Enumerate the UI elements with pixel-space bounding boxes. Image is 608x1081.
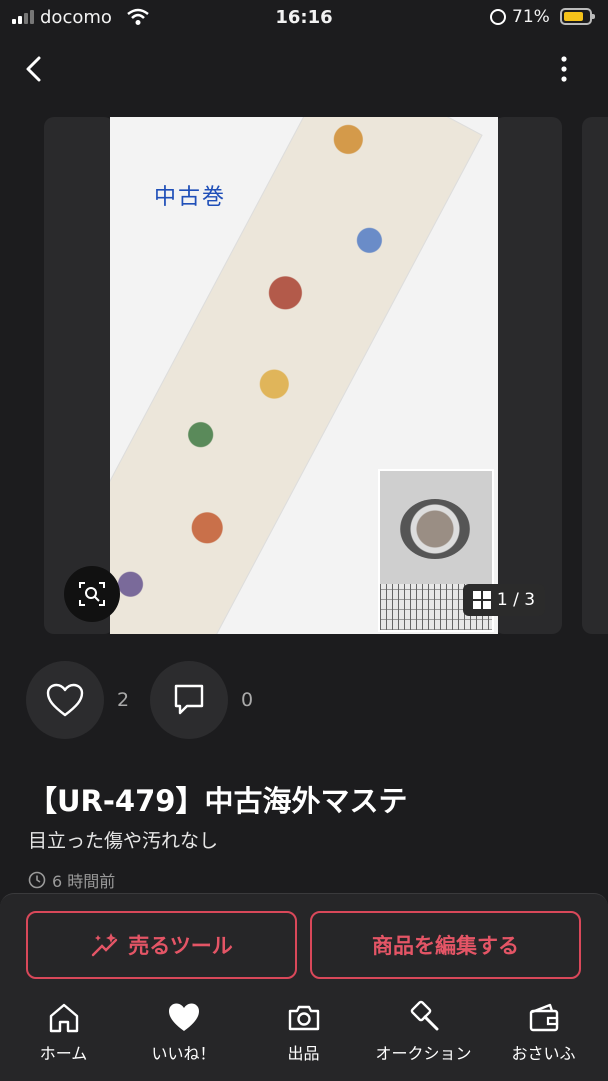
tab-sell[interactable]: 出品 bbox=[243, 1000, 364, 1064]
sell-tool-button[interactable]: 売るツール bbox=[26, 911, 297, 979]
carousel-card-background bbox=[494, 117, 562, 634]
sparkle-chart-icon bbox=[92, 933, 118, 957]
comment-count: 0 bbox=[241, 689, 254, 711]
tab-label: オークション bbox=[375, 1044, 472, 1063]
more-options-icon[interactable] bbox=[556, 54, 572, 84]
back-button[interactable] bbox=[20, 54, 50, 84]
battery-icon bbox=[560, 8, 595, 25]
posted-time: 6 時間前 bbox=[28, 868, 115, 892]
image-counter[interactable]: 1 / 3 bbox=[463, 584, 545, 616]
battery-percent: 71% bbox=[512, 7, 550, 27]
comment-button[interactable] bbox=[150, 661, 228, 739]
auction-icon bbox=[410, 1000, 438, 1031]
tab-label: 出品 bbox=[287, 1044, 320, 1063]
like-count: 2 bbox=[117, 689, 130, 711]
grid-icon bbox=[472, 591, 491, 609]
rotation-lock-icon bbox=[490, 9, 506, 25]
tab-label: いいね！ bbox=[151, 1044, 216, 1063]
product-image[interactable]: 中古巻 bbox=[110, 117, 498, 634]
handwritten-note: 中古巻 bbox=[154, 185, 227, 210]
zoom-button[interactable] bbox=[64, 566, 120, 622]
edit-item-label: 商品を編集する bbox=[372, 934, 519, 958]
like-button[interactable] bbox=[26, 661, 104, 739]
image-counter-text: 1 / 3 bbox=[496, 590, 536, 610]
tab-label: ホーム bbox=[39, 1044, 88, 1063]
clock-icon bbox=[28, 871, 46, 889]
comment-icon bbox=[174, 684, 204, 715]
heart-icon bbox=[168, 1003, 199, 1031]
tab-home[interactable]: ホーム bbox=[3, 1000, 124, 1064]
edit-item-button[interactable]: 商品を編集する bbox=[310, 911, 581, 979]
tab-wallet[interactable]: おさいふ bbox=[483, 1000, 604, 1064]
posted-time-text: 6 時間前 bbox=[52, 872, 116, 891]
zoom-search-icon bbox=[79, 582, 105, 606]
tab-auction[interactable]: オークション bbox=[363, 1000, 484, 1064]
next-image-card[interactable] bbox=[582, 117, 608, 634]
heart-outline-icon bbox=[46, 683, 84, 717]
tab-label: おさいふ bbox=[511, 1044, 576, 1063]
status-bar: docomo 16:16 71% bbox=[0, 0, 608, 36]
camera-icon bbox=[288, 1005, 319, 1031]
sell-tool-label: 売るツール bbox=[128, 934, 233, 958]
wallet-icon bbox=[529, 1003, 558, 1032]
tab-likes[interactable]: いいね！ bbox=[123, 1000, 244, 1064]
home-icon bbox=[49, 1003, 78, 1033]
carousel-card-background bbox=[44, 117, 114, 634]
item-title: 【UR-479】中古海外マステ bbox=[28, 784, 408, 818]
item-condition: 目立った傷や汚れなし bbox=[28, 830, 219, 852]
